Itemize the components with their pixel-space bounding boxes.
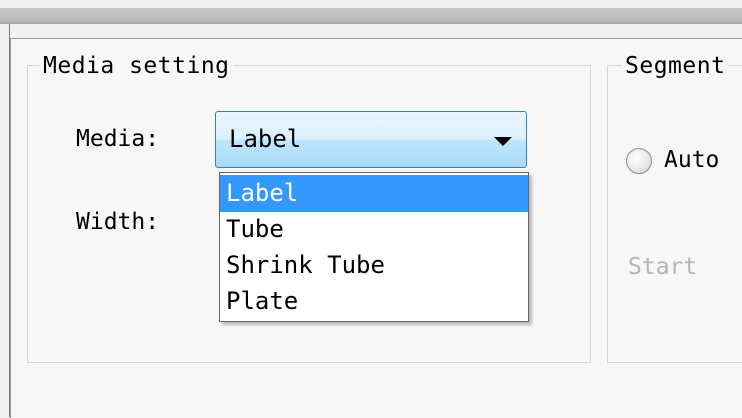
media-combobox[interactable]: Label [215,111,527,168]
segment-title: Segment [622,52,729,80]
media-label: Media: [76,126,160,152]
media-setting-title: Media setting [40,52,233,80]
segment-group: Segment [607,52,742,363]
window-left-edge [0,24,10,417]
dropdown-option-tube[interactable]: Tube [220,211,528,248]
auto-radio-button[interactable] [626,148,652,174]
toolbar-strip [0,0,742,24]
start-label: Start [628,254,698,280]
width-label: Width: [76,209,160,235]
media-dropdown-list: Label Tube Shrink Tube Plate [219,172,529,322]
media-combobox-value: Label [229,125,302,153]
chevron-down-icon[interactable] [494,137,512,146]
auto-radio-label[interactable]: Auto [664,146,719,174]
toolbar-shade [0,8,742,22]
dropdown-option-label[interactable]: Label [220,175,528,212]
dropdown-option-plate[interactable]: Plate [220,283,528,320]
dropdown-option-shrink-tube[interactable]: Shrink Tube [220,247,528,284]
